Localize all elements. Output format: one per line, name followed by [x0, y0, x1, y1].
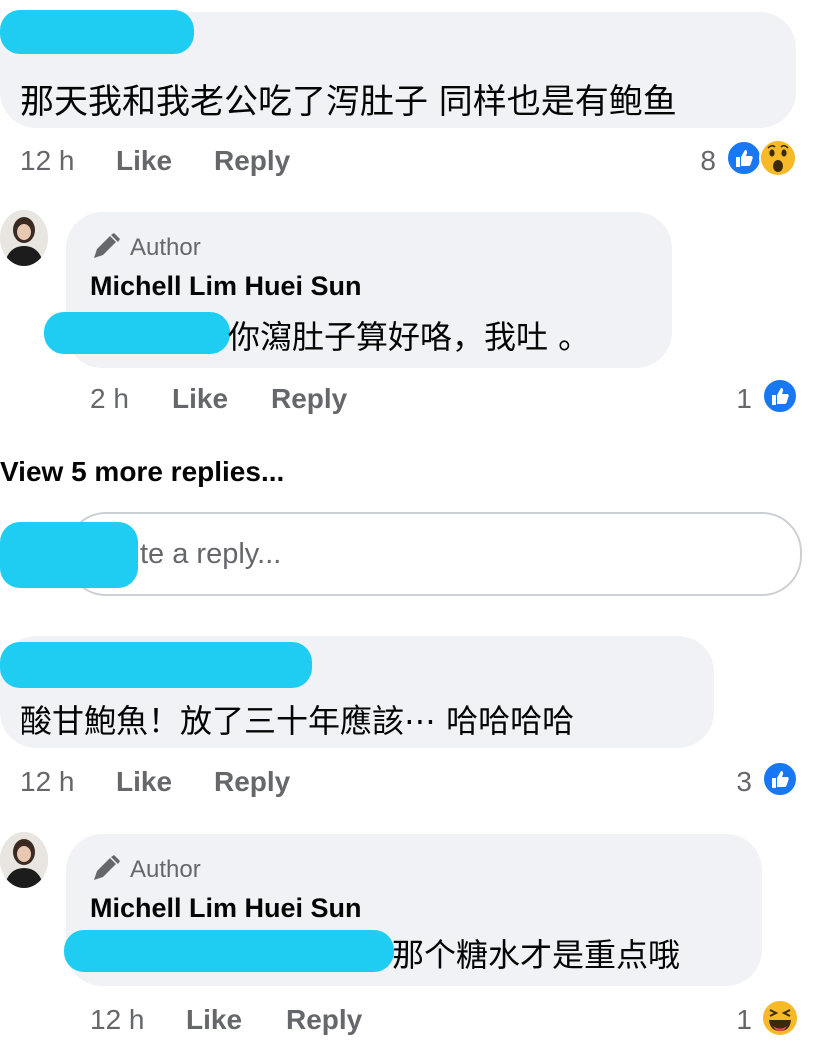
wow-icon[interactable] — [758, 138, 798, 178]
reply-timestamp: 12 h — [90, 1004, 145, 1035]
like-button[interactable]: Like — [186, 1004, 242, 1036]
view-more-replies-link[interactable]: View 5 more replies... — [0, 456, 284, 488]
reply-text: 你瀉肚子算好咯，我吐 。 — [228, 318, 591, 356]
haha-icon[interactable] — [760, 998, 800, 1038]
reply-button[interactable]: Reply — [214, 145, 290, 177]
redaction-mark — [0, 642, 312, 688]
author-badge: Author — [130, 856, 201, 883]
pencil-icon — [94, 855, 120, 880]
avatar-photo — [0, 832, 48, 888]
author-badge: Author — [130, 234, 201, 261]
like-button[interactable]: Like — [172, 383, 228, 415]
reaction-count[interactable]: 8 — [680, 145, 716, 177]
reply-input-placeholder: te a reply... — [140, 538, 282, 570]
reply-text: 那个糖水才是重点哦 — [392, 936, 681, 974]
redaction-mark — [64, 930, 394, 972]
avatar-photo — [0, 210, 48, 266]
like-button[interactable]: Like — [116, 145, 172, 177]
reply-button[interactable]: Reply — [271, 383, 347, 415]
author-name[interactable]: Michell Lim Huei Sun — [90, 893, 362, 924]
redaction-mark — [44, 312, 230, 354]
reaction-count[interactable]: 1 — [716, 383, 752, 415]
reply-button[interactable]: Reply — [286, 1004, 362, 1036]
redaction-mark — [0, 522, 138, 588]
author-avatar[interactable] — [0, 832, 48, 888]
like-icon[interactable] — [762, 761, 798, 797]
pencil-icon — [94, 233, 120, 258]
comment-text: 酸甘鮑魚！放了三十年應該⋯ 哈哈哈哈 — [20, 702, 575, 740]
like-icon[interactable] — [762, 378, 798, 414]
reaction-count[interactable]: 3 — [716, 766, 752, 798]
author-avatar[interactable] — [0, 210, 48, 266]
comment-timestamp: 12 h — [20, 145, 75, 176]
comment-timestamp: 12 h — [20, 766, 75, 797]
author-name[interactable]: Michell Lim Huei Sun — [90, 271, 362, 302]
reply-button[interactable]: Reply — [214, 766, 290, 798]
like-icon[interactable] — [726, 140, 762, 176]
comment-text: 那天我和我老公吃了泻肚子 同样也是有鲍鱼 — [20, 82, 677, 122]
like-button[interactable]: Like — [116, 766, 172, 798]
reaction-count[interactable]: 1 — [716, 1004, 752, 1036]
redaction-mark — [0, 10, 194, 54]
reply-timestamp: 2 h — [90, 383, 129, 414]
